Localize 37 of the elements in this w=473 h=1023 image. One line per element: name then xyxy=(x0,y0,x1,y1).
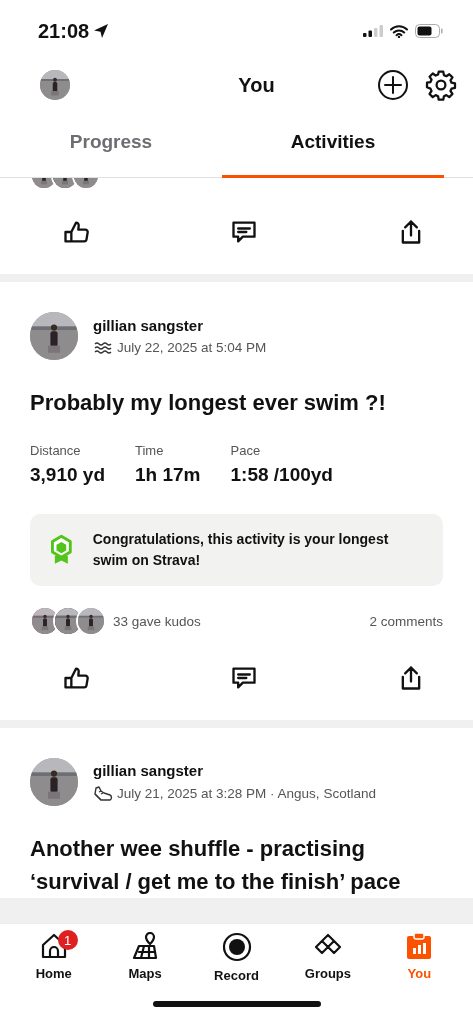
nav-tab[interactable]: Home 1 xyxy=(8,932,100,984)
waves-icon xyxy=(93,339,113,356)
activity-title[interactable]: Another wee shuffle - practising ‘survival / get me to the finish’ pace xyxy=(30,832,443,898)
achievement-text: Congratulations, this activity is your longest swim on Strava! xyxy=(92,530,390,570)
stat-value: 1:58 /100yd xyxy=(230,464,333,486)
stat-value: 3,910 yd xyxy=(30,464,105,486)
shoe-icon xyxy=(93,784,113,803)
record-icon[interactable] xyxy=(221,932,252,962)
comment-count[interactable]: 2 comments xyxy=(369,613,443,629)
clock-time: 21:08 xyxy=(38,19,90,43)
signal-icon xyxy=(363,25,383,37)
page-title: You xyxy=(237,73,275,97)
clipboard-chart-icon[interactable] xyxy=(406,932,433,960)
stat-label: Time xyxy=(135,443,165,458)
stat-label: Distance xyxy=(30,443,82,458)
athlete-avatar[interactable] xyxy=(30,758,78,806)
wifi-icon xyxy=(390,24,408,38)
location-arrow-icon xyxy=(93,23,110,39)
athlete-name[interactable]: gillian sangster xyxy=(93,316,267,334)
profile-avatar[interactable] xyxy=(40,70,70,100)
nav-tab[interactable]: Maps xyxy=(99,932,191,984)
kudos-count[interactable]: 33 gave kudos xyxy=(113,613,201,629)
map-icon[interactable] xyxy=(131,932,160,960)
activity-title[interactable]: Probably my longest ever swim ?! xyxy=(30,386,443,419)
notification-badge: 1 xyxy=(57,930,78,950)
activity-date: July 22, 2025 at 5:04 PM xyxy=(117,340,267,355)
settings-icon[interactable] xyxy=(425,69,457,101)
tab[interactable]: Progress xyxy=(0,108,222,178)
nav-tab[interactable]: Groups xyxy=(282,932,374,984)
stat-value: 1h 17m xyxy=(135,464,201,486)
athlete-name[interactable]: gillian sangster xyxy=(93,761,376,779)
stat-label: Pace xyxy=(230,443,262,458)
battery-icon xyxy=(415,24,443,38)
nav-tab[interactable]: Record xyxy=(190,932,283,984)
athlete-avatar[interactable] xyxy=(30,312,78,360)
activity-date: July 21, 2025 at 3:28 PM · Angus, Scotland xyxy=(117,786,376,801)
add-icon[interactable] xyxy=(377,69,409,101)
